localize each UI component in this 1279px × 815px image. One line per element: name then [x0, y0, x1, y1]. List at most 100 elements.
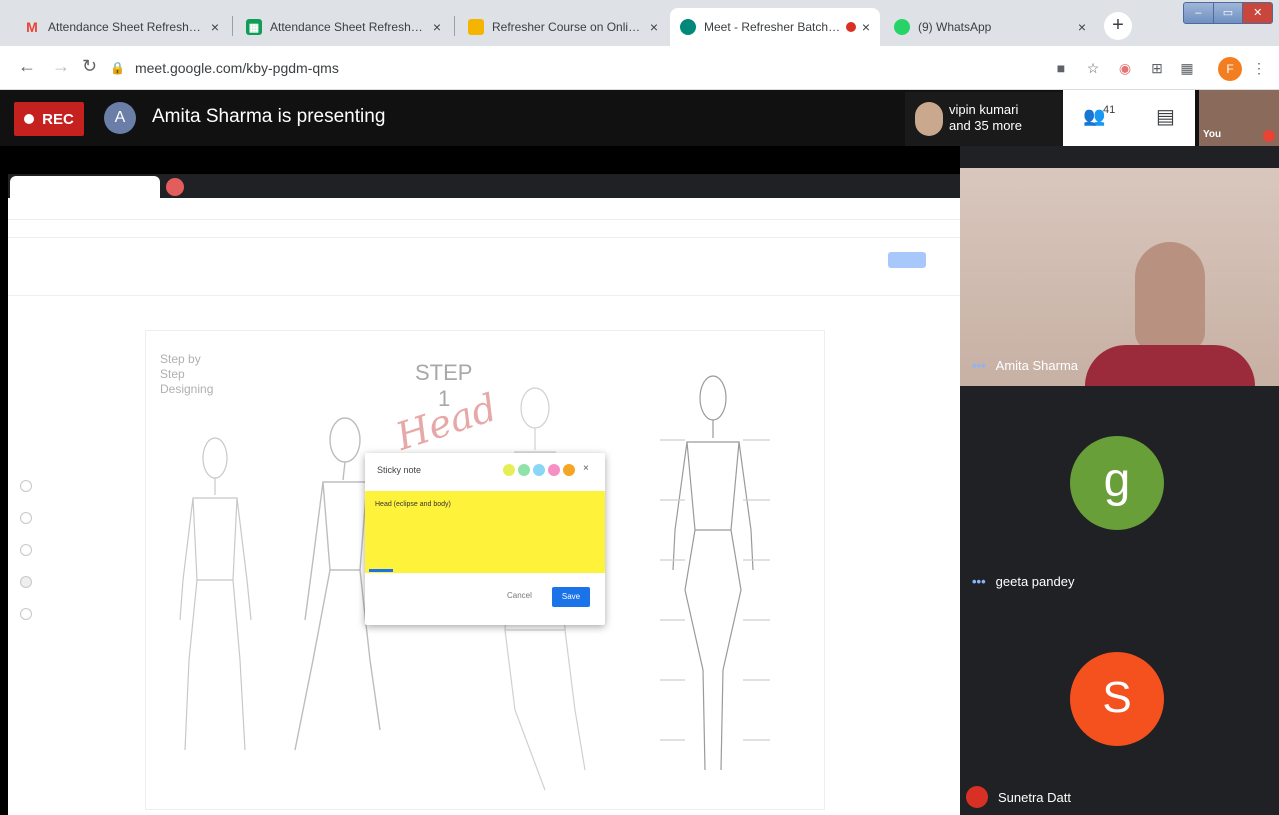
mic-muted-icon — [1263, 130, 1275, 142]
participant-video-head — [1135, 242, 1205, 352]
extension-grid-icon[interactable]: ⊞ — [1148, 59, 1166, 77]
extension-icon[interactable]: ◉ — [1116, 59, 1134, 77]
sticky-note-dialog: Sticky note × Head (eclipse and body) Ca… — [365, 453, 605, 625]
chat-button[interactable]: ▤ — [1139, 90, 1195, 146]
recording-button[interactable]: REC — [14, 102, 84, 136]
sticky-note-text: Head (eclipse and body) — [375, 501, 451, 508]
sticky-progress-bar — [369, 569, 393, 572]
minimize-button[interactable]: – — [1184, 3, 1214, 23]
tab-title: (9) WhatsApp — [918, 20, 992, 34]
tab-title: Meet - Refresher Batch3 D — [704, 20, 842, 34]
shared-browser-tab — [10, 176, 160, 198]
close-tab-icon[interactable]: × — [862, 19, 870, 35]
select-tool-icon — [20, 544, 32, 556]
sticky-close-icon: × — [583, 463, 589, 474]
audio-level-icon: ••• — [972, 574, 986, 589]
chat-icon: ▤ — [1156, 106, 1175, 128]
reload-icon[interactable]: ↻ — [82, 56, 97, 77]
participant-name: ••• Amita Sharma — [972, 358, 1078, 373]
people-button[interactable]: 👥 41 — [1063, 90, 1139, 146]
extension-docs-icon[interactable]: ▦ — [1178, 59, 1196, 77]
tab-meet-active[interactable]: Meet - Refresher Batch3 D × — [670, 8, 880, 46]
tab-sheets-attendance[interactable]: ▦ Attendance Sheet Refresher Ba × — [236, 8, 451, 46]
rec-label: REC — [42, 110, 74, 128]
color-swatch-pink — [548, 464, 560, 476]
tab-whatsapp[interactable]: (9) WhatsApp × — [884, 8, 1096, 46]
bookmark-star-icon[interactable]: ☆ — [1084, 59, 1102, 77]
pen-tool-icon — [20, 480, 32, 492]
whatsapp-icon — [894, 19, 910, 35]
profile-avatar[interactable]: F — [1218, 57, 1242, 81]
attendee-more: and 35 more — [949, 118, 1022, 133]
audio-level-icon: ••• — [972, 358, 986, 373]
camera-icon[interactable]: ■ — [1052, 59, 1070, 77]
gmail-icon: M — [26, 19, 38, 35]
slides-icon — [468, 19, 484, 35]
eraser-tool-icon — [20, 512, 32, 524]
recording-indicator-icon — [845, 22, 856, 32]
tab-title: Refresher Course on Online Te — [492, 20, 644, 34]
browser-tab-strip: M Attendance Sheet Refresher Ba × ▦ Atte… — [0, 0, 1279, 46]
whiteboard-toolbar — [20, 480, 34, 660]
sticky-cancel-button: Cancel — [507, 591, 532, 600]
meet-icon — [680, 19, 696, 35]
shared-browser-new-tab-icon — [166, 178, 184, 196]
close-tab-icon[interactable]: × — [650, 19, 658, 35]
close-tab-icon[interactable]: × — [433, 19, 441, 35]
address-bar[interactable]: 🔒 meet.google.com/kby-pgdm-qms — [110, 54, 1030, 82]
presenter-avatar: A — [104, 102, 136, 134]
presenting-status-text: Amita Sharma is presenting — [152, 106, 386, 127]
record-dot-icon — [24, 114, 35, 124]
participant-name-text: Amita Sharma — [995, 358, 1079, 373]
new-tab-button[interactable]: + — [1104, 12, 1132, 40]
croquis-figure — [660, 375, 770, 771]
shared-browser-tab-strip — [8, 174, 960, 198]
participant-video-body — [1085, 345, 1255, 386]
shared-app-header — [8, 238, 960, 296]
participant-name-text: Sunetra Datt — [998, 790, 1071, 805]
tab-separator — [454, 16, 455, 36]
sticky-note-tool-icon — [20, 576, 32, 588]
sheets-icon: ▦ — [246, 19, 262, 35]
image-tool-icon — [20, 608, 32, 620]
browser-toolbar: ← → ↻ 🔒 meet.google.com/kby-pgdm-qms ■ ☆… — [0, 46, 1279, 90]
color-swatch-blue — [533, 464, 545, 476]
participant-name-text: geeta pandey — [995, 574, 1075, 589]
attendee-avatar — [915, 102, 943, 136]
self-video-tile[interactable]: You — [1199, 90, 1279, 146]
attendees-text: vipin kumari and 35 more — [949, 102, 1022, 134]
window-controls: – ▭ ✕ — [1183, 2, 1273, 24]
participant-name: ••• geeta pandey — [972, 574, 1074, 589]
tab-separator — [232, 16, 233, 36]
sticky-save-button: Save — [552, 587, 590, 607]
shared-app-share-button — [888, 252, 926, 268]
people-count: 41 — [1103, 104, 1116, 116]
attendees-summary[interactable]: vipin kumari and 35 more — [905, 92, 1063, 146]
color-swatch-yellow — [503, 464, 515, 476]
self-label: You — [1203, 129, 1222, 140]
participant-avatar-geeta[interactable]: g — [1070, 436, 1164, 530]
participant-avatar-sunetra[interactable]: S — [1070, 652, 1164, 746]
tab-gmail-attendance[interactable]: M Attendance Sheet Refresher Ba × — [14, 8, 229, 46]
maximize-button[interactable]: ▭ — [1214, 3, 1244, 23]
close-tab-icon[interactable]: × — [1078, 19, 1086, 35]
sketch-figure-1 — [179, 437, 252, 751]
lock-icon: 🔒 — [110, 61, 125, 75]
color-swatch-orange — [563, 464, 575, 476]
sticky-note-title: Sticky note — [377, 465, 422, 475]
shared-browser-toolbar — [8, 198, 960, 220]
close-tab-icon[interactable]: × — [211, 19, 219, 35]
sticky-note-body: Head (eclipse and body) — [365, 491, 605, 573]
menu-kebab-icon[interactable]: ⋮ — [1250, 59, 1268, 77]
back-icon[interactable]: ← — [18, 56, 36, 77]
tab-title: Attendance Sheet Refresher Ba — [270, 20, 427, 34]
attendee-name: vipin kumari — [949, 102, 1019, 117]
tab-slides-refresher[interactable]: Refresher Course on Online Te × — [458, 8, 668, 46]
forward-icon[interactable]: → — [52, 56, 70, 77]
close-window-button[interactable]: ✕ — [1243, 3, 1273, 23]
shared-browser-bookmarks-bar — [8, 220, 960, 238]
mic-muted-icon — [966, 786, 988, 808]
tab-title: Attendance Sheet Refresher Ba — [48, 20, 205, 34]
url-text: meet.google.com/kby-pgdm-qms — [134, 60, 339, 76]
color-swatch-green — [518, 464, 530, 476]
